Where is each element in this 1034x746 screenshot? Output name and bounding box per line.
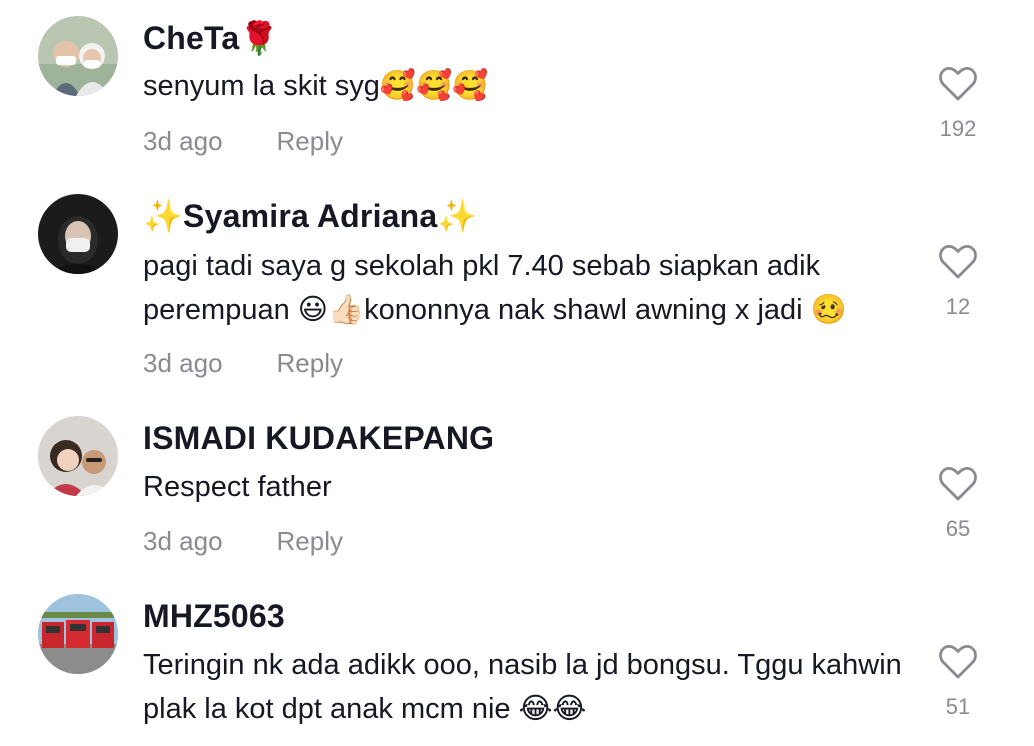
like-count: 192 — [939, 116, 977, 141]
heart-icon[interactable] — [938, 244, 978, 280]
reply-button[interactable]: Reply — [277, 126, 343, 156]
comment-time: 3d ago — [143, 348, 223, 378]
like-control: 12 — [930, 244, 986, 320]
comment-text: pagi tadi saya g sekolah pkl 7.40 sebab … — [143, 250, 847, 326]
heart-icon[interactable] — [938, 66, 978, 102]
avatar-image — [38, 416, 118, 496]
comment-meta: 3d ago Reply — [143, 524, 343, 558]
avatar[interactable] — [38, 194, 118, 274]
comment-time: 3d ago — [143, 126, 223, 156]
comment-meta: 3d ago Reply — [143, 124, 343, 158]
comment-meta: 3d ago Reply — [143, 346, 343, 380]
like-control: 65 — [930, 466, 986, 542]
like-count: 51 — [945, 694, 971, 719]
reply-button[interactable]: Reply — [277, 526, 343, 556]
heart-icon[interactable] — [938, 644, 978, 680]
like-count: 12 — [945, 294, 971, 319]
like-control: 192 — [930, 66, 986, 142]
comment-time: 3d ago — [143, 526, 223, 556]
comment-username[interactable]: ISMADI KUDAKEPANG — [143, 418, 494, 458]
comment-text: Teringin nk ada adikk ooo, nasib la jd b… — [143, 649, 902, 725]
comment-username[interactable]: CheTa🌹 — [143, 18, 279, 58]
comment-text: senyum la skit syg🥰🥰🥰 — [143, 70, 489, 102]
like-control: 51 — [930, 644, 986, 720]
avatar[interactable] — [38, 416, 118, 496]
avatar-image — [38, 594, 118, 674]
avatar-image — [38, 194, 118, 274]
comment-text: Respect father — [143, 471, 332, 503]
reply-button[interactable]: Reply — [277, 348, 343, 378]
comment-username[interactable]: MHZ5063 — [143, 596, 285, 636]
avatar-image — [38, 16, 118, 96]
comment-username[interactable]: ✨Syamira Adriana✨ — [143, 196, 477, 236]
heart-icon[interactable] — [938, 466, 978, 502]
like-count: 65 — [945, 516, 971, 541]
avatar[interactable] — [38, 16, 118, 96]
comment-list: CheTa🌹 senyum la skit syg🥰🥰🥰 3d ago Reply… — [0, 0, 1034, 746]
avatar[interactable] — [38, 594, 118, 674]
